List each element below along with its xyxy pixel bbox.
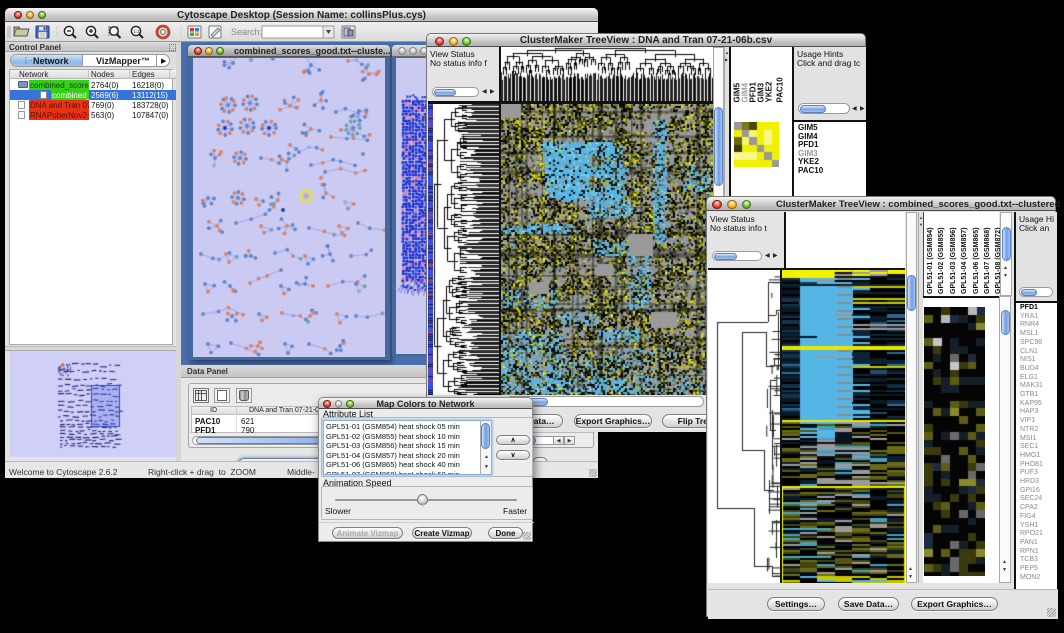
svg-text:1:1: 1:1 [134,29,141,34]
svg-text:GPL51-06 (GSM865): GPL51-06 (GSM865) [973,227,980,294]
svg-text:GPL51-01 (GSM854): GPL51-01 (GSM854) [927,227,934,294]
svg-text:GPL51-03 (GSM856): GPL51-03 (GSM856) [950,227,957,294]
svg-text:GPL51-02 (GSM855): GPL51-02 (GSM855) [938,227,945,294]
svg-text:Search:: Search: [231,27,262,37]
svg-text:GPL51-07 (GSM868): GPL51-07 (GSM868) [984,227,991,294]
svg-text:GPL51-04 (GSM857): GPL51-04 (GSM857) [961,227,968,294]
